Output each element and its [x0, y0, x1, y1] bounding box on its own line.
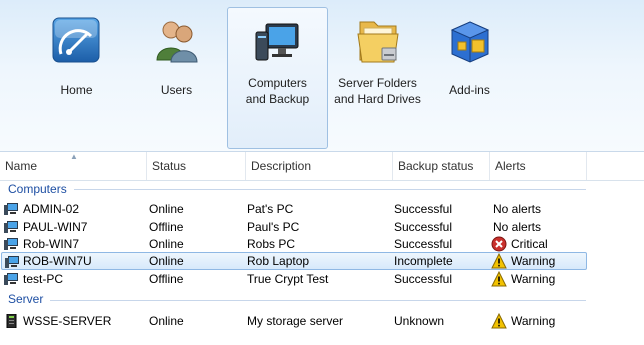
- column-header-row: Name ▲ Status Description Backup status …: [0, 152, 644, 181]
- table-row-selected[interactable]: ROB-WIN7U Online Rob Laptop Incomplete W…: [1, 252, 587, 270]
- computers-backup-icon: [255, 23, 298, 61]
- column-header-name[interactable]: Name ▲: [0, 152, 147, 180]
- toolbar-users-label: Users: [160, 83, 193, 97]
- row-name: ROB-WIN7U: [23, 254, 92, 268]
- row-alert: Warning: [511, 254, 556, 268]
- row-name: WSSE-SERVER: [23, 314, 112, 328]
- row-backup-status: Unknown: [394, 314, 445, 328]
- users-icon: [155, 21, 198, 63]
- row-description: Pat's PC: [247, 202, 294, 216]
- toolbar-addins-label: Add-ins: [449, 83, 490, 97]
- row-status: Online: [149, 314, 184, 328]
- computer-icon: [4, 203, 18, 215]
- row-description: Robs PC: [247, 237, 296, 251]
- row-description: Rob Laptop: [247, 254, 310, 268]
- toolbar-computers-backup-button[interactable]: Computers and Backup: [227, 7, 328, 149]
- warning-icon: [491, 271, 507, 287]
- row-description: True Crypt Test: [247, 272, 329, 286]
- row-backup-status: Successful: [394, 272, 453, 286]
- column-header-alerts[interactable]: Alerts: [490, 152, 587, 180]
- computer-icon: [4, 221, 18, 233]
- row-backup-status: Incomplete: [394, 254, 453, 268]
- toolbar-server-folders-button[interactable]: Server Folders and Hard Drives: [328, 8, 427, 148]
- add-ins-icon: [450, 21, 489, 63]
- home-dashboard-icon: [52, 17, 99, 63]
- toolbar-computers-label: Computers and Backup: [245, 76, 310, 106]
- toolbar-users-button[interactable]: Users: [127, 8, 226, 148]
- computer-icon: [4, 273, 18, 285]
- column-header-description[interactable]: Description: [246, 152, 393, 180]
- critical-icon: [491, 236, 507, 252]
- row-status: Offline: [149, 220, 184, 234]
- server-icon: [6, 314, 17, 328]
- row-backup-status: Successful: [394, 220, 453, 234]
- table-row[interactable]: WSSE-SERVER Online My storage server Unk…: [1, 312, 587, 330]
- group-title-computers: Computers: [8, 182, 67, 196]
- row-name: PAUL-WIN7: [23, 220, 88, 234]
- computer-icon: [4, 238, 18, 250]
- row-backup-status: Successful: [394, 237, 453, 251]
- group-title-server: Server: [8, 292, 44, 306]
- group-divider: [74, 189, 586, 190]
- row-description: Paul's PC: [247, 220, 300, 234]
- table-row[interactable]: test-PC Offline True Crypt Test Successf…: [1, 270, 587, 288]
- sort-ascending-icon: ▲: [70, 152, 78, 161]
- toolbar-home-label: Home: [60, 83, 93, 97]
- toolbar-addins-button[interactable]: Add-ins: [420, 8, 519, 148]
- table-row[interactable]: ADMIN-02 Online Pat's PC Successful No a…: [1, 200, 587, 218]
- toolbar: Home Users Computers and Backup Server F…: [0, 0, 644, 152]
- column-header-status[interactable]: Status: [147, 152, 246, 180]
- column-header-backup-status[interactable]: Backup status: [393, 152, 490, 180]
- table-row[interactable]: PAUL-WIN7 Offline Paul's PC Successful N…: [1, 218, 587, 236]
- warning-icon: [491, 253, 507, 269]
- row-alert: Warning: [511, 314, 556, 328]
- group-divider: [50, 300, 586, 301]
- row-alert: No alerts: [493, 202, 542, 216]
- row-status: Online: [149, 237, 184, 251]
- row-status: Online: [149, 202, 184, 216]
- row-alert: No alerts: [493, 220, 542, 234]
- row-status: Offline: [149, 272, 184, 286]
- row-name: ADMIN-02: [23, 202, 80, 216]
- toolbar-server-folders-label: Server Folders and Hard Drives: [334, 76, 421, 106]
- server-folders-icon: [356, 21, 399, 63]
- warning-icon: [491, 313, 507, 329]
- row-backup-status: Successful: [394, 202, 453, 216]
- row-name: test-PC: [23, 272, 64, 286]
- row-name: Rob-WIN7: [23, 237, 80, 251]
- row-alert: Warning: [511, 272, 556, 286]
- table-row[interactable]: Rob-WIN7 Online Robs PC Successful Criti…: [1, 235, 587, 253]
- row-status: Online: [149, 254, 184, 268]
- row-description: My storage server: [247, 314, 344, 328]
- computer-icon: [5, 256, 19, 268]
- row-alert: Critical: [511, 237, 548, 251]
- toolbar-home-button[interactable]: Home: [27, 8, 126, 148]
